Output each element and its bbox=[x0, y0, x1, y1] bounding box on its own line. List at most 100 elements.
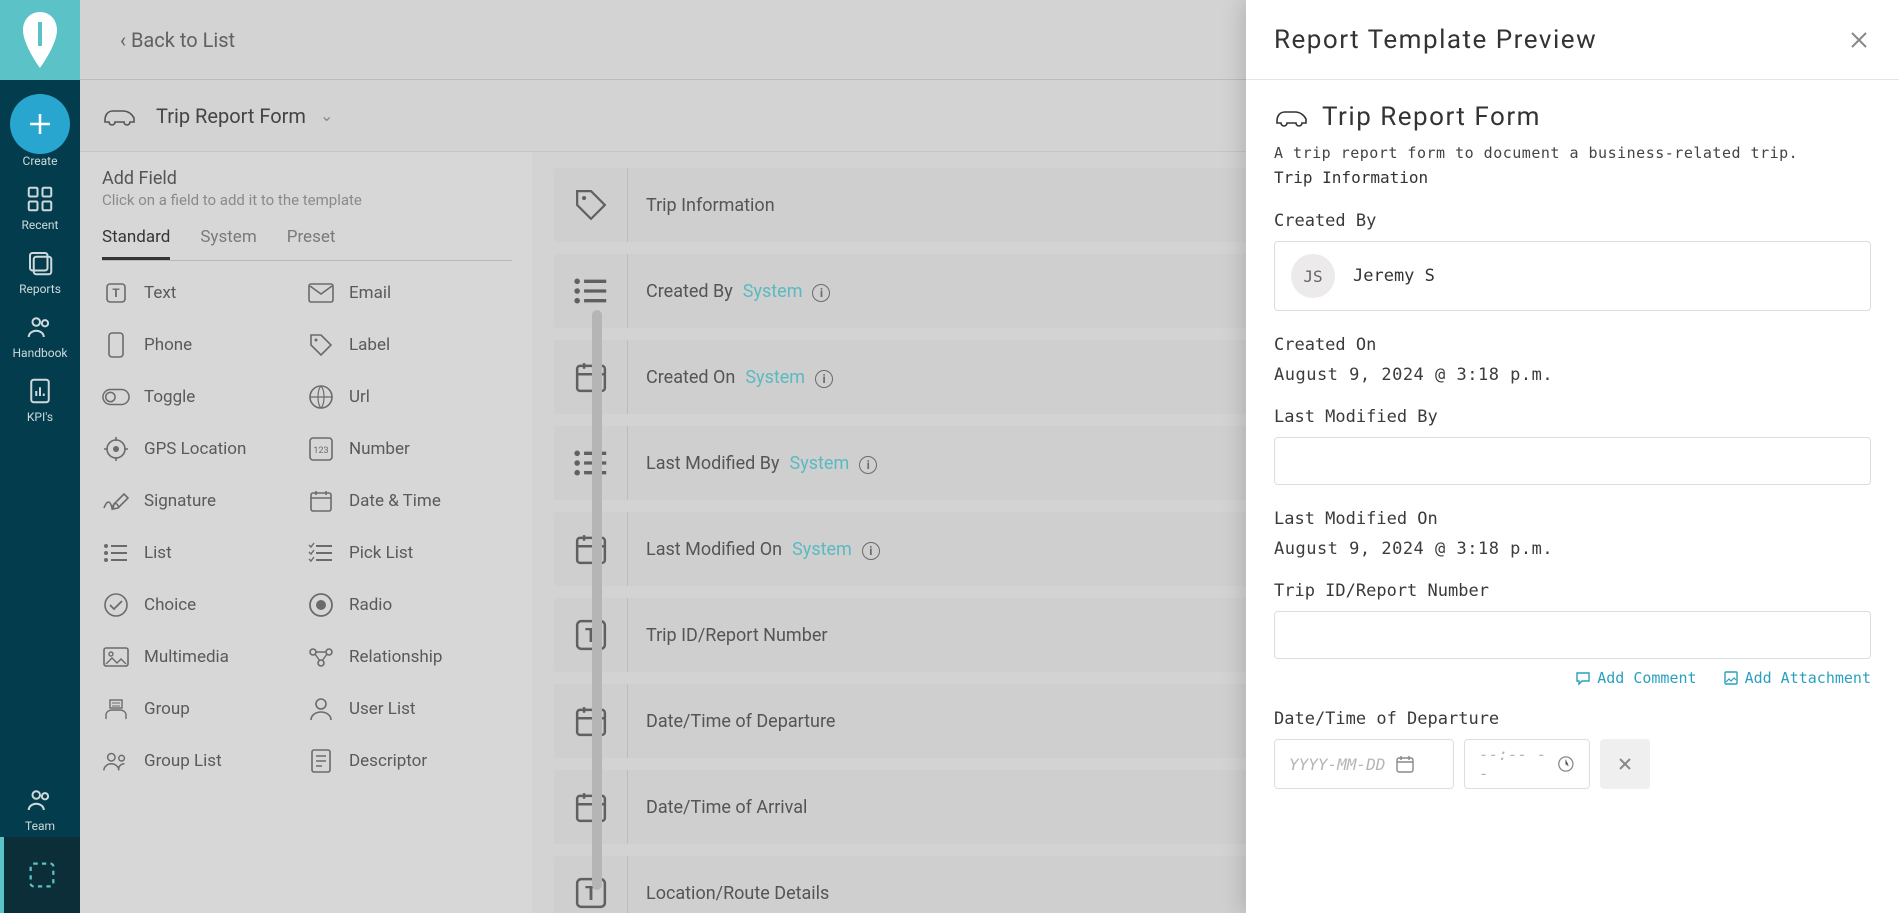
text-row-icon: T bbox=[573, 875, 609, 911]
palette-heading: Add Field bbox=[102, 168, 512, 189]
trip-id-input[interactable] bbox=[1274, 611, 1871, 659]
create-button[interactable] bbox=[10, 94, 70, 154]
field-text[interactable]: TText bbox=[102, 279, 297, 307]
preview-panel-title: Report Template Preview bbox=[1274, 25, 1597, 55]
label-trip-id: Trip ID/Report Number bbox=[1274, 581, 1871, 601]
plus-icon bbox=[25, 109, 55, 139]
car-icon bbox=[1274, 106, 1310, 128]
relationship-icon bbox=[307, 643, 335, 671]
info-icon[interactable]: i bbox=[812, 284, 830, 302]
field-multimedia[interactable]: Multimedia bbox=[102, 643, 297, 671]
field-list[interactable]: List bbox=[102, 539, 297, 567]
svg-text:123: 123 bbox=[313, 446, 328, 456]
radio-icon bbox=[307, 591, 335, 619]
nav-recent[interactable]: Recent bbox=[22, 184, 59, 232]
nav-rail: Create Recent Reports Handbook KPI's Tea… bbox=[0, 0, 80, 913]
users-icon bbox=[102, 747, 130, 775]
field-signature[interactable]: Signature bbox=[102, 487, 297, 515]
close-icon[interactable] bbox=[1847, 28, 1871, 52]
x-icon bbox=[1616, 755, 1634, 773]
field-phone[interactable]: Phone bbox=[102, 331, 297, 359]
preview-form-title-row: Trip Report Form bbox=[1274, 102, 1871, 132]
text-row-icon: T bbox=[573, 617, 609, 653]
field-relationship[interactable]: Relationship bbox=[307, 643, 502, 671]
image-icon bbox=[102, 643, 130, 671]
dashed-rect-icon bbox=[25, 858, 59, 892]
label-last-mod-on: Last Modified On bbox=[1274, 509, 1871, 529]
label-icon bbox=[307, 331, 335, 359]
info-icon[interactable]: i bbox=[859, 456, 877, 474]
field-email[interactable]: Email bbox=[307, 279, 502, 307]
field-grouplist[interactable]: Group List bbox=[102, 747, 297, 775]
user-icon bbox=[307, 695, 335, 723]
form-title: Trip Report Form bbox=[156, 104, 306, 128]
nav-reports[interactable]: Reports bbox=[19, 248, 61, 296]
attachment-icon bbox=[1723, 670, 1739, 686]
field-picklist[interactable]: Pick List bbox=[307, 539, 502, 567]
nav-create: Create bbox=[10, 94, 70, 168]
field-gps[interactable]: GPS Location bbox=[102, 435, 297, 463]
field-group[interactable]: Group bbox=[102, 695, 297, 723]
created-by-box: JS Jeremy S bbox=[1274, 241, 1871, 311]
label-created-by: Created By bbox=[1274, 211, 1871, 231]
info-icon[interactable]: i bbox=[862, 542, 880, 560]
nav-kpis[interactable]: KPI's bbox=[25, 376, 55, 424]
tab-standard[interactable]: Standard bbox=[102, 227, 170, 260]
last-mod-by-input[interactable] bbox=[1274, 437, 1871, 485]
calendar-input-icon bbox=[1395, 754, 1415, 774]
preview-section: Trip Information bbox=[1274, 168, 1871, 187]
add-attachment-link[interactable]: Add Attachment bbox=[1723, 669, 1871, 687]
globe-icon bbox=[307, 383, 335, 411]
field-number[interactable]: 123Number bbox=[307, 435, 502, 463]
preview-description: A trip report form to document a busines… bbox=[1274, 144, 1871, 162]
preview-form-title: Trip Report Form bbox=[1322, 102, 1541, 132]
field-radio[interactable]: Radio bbox=[307, 591, 502, 619]
field-url[interactable]: Url bbox=[307, 383, 502, 411]
field-datetime[interactable]: Date & Time bbox=[307, 487, 502, 515]
label-last-mod-by: Last Modified By bbox=[1274, 407, 1871, 427]
clock-icon bbox=[1557, 754, 1575, 774]
preview-panel: Report Template Preview Trip Report Form… bbox=[1246, 0, 1899, 913]
app-logo bbox=[0, 0, 80, 80]
tab-system[interactable]: System bbox=[200, 227, 256, 260]
nav-bottom-active[interactable] bbox=[0, 837, 80, 913]
list-row-icon bbox=[573, 273, 609, 309]
field-userlist[interactable]: User List bbox=[307, 695, 502, 723]
nav-handbook[interactable]: Handbook bbox=[13, 312, 68, 360]
grid-icon bbox=[25, 184, 55, 214]
svg-text:T: T bbox=[112, 286, 120, 300]
nav-team[interactable]: Team bbox=[0, 785, 80, 833]
calendar-row-icon bbox=[573, 703, 609, 739]
text-icon: T bbox=[102, 279, 130, 307]
choice-icon bbox=[102, 591, 130, 619]
back-link[interactable]: ‹ Back to List bbox=[120, 28, 235, 52]
target-icon bbox=[102, 435, 130, 463]
field-label[interactable]: Label bbox=[307, 331, 502, 359]
add-comment-link[interactable]: Add Comment bbox=[1575, 669, 1696, 687]
car-icon bbox=[102, 105, 138, 127]
chevron-down-icon[interactable]: ⌄ bbox=[320, 106, 333, 125]
field-toggle[interactable]: Toggle bbox=[102, 383, 297, 411]
people-icon bbox=[25, 312, 55, 342]
comment-icon bbox=[1575, 670, 1591, 686]
chart-file-icon bbox=[25, 376, 55, 406]
calendar-row-icon bbox=[573, 789, 609, 825]
value-created-on: August 9, 2024 @ 3:18 p.m. bbox=[1274, 365, 1871, 385]
toggle-icon bbox=[102, 383, 130, 411]
field-descriptor[interactable]: Descriptor bbox=[307, 747, 502, 775]
calendar-icon bbox=[307, 487, 335, 515]
info-icon[interactable]: i bbox=[815, 370, 833, 388]
calendar-row-icon bbox=[573, 359, 609, 395]
field-choice[interactable]: Choice bbox=[102, 591, 297, 619]
date-input[interactable]: YYYY-MM-DD bbox=[1274, 739, 1454, 789]
clear-datetime-button[interactable] bbox=[1600, 739, 1650, 789]
picklist-icon bbox=[307, 539, 335, 567]
label-created-on: Created On bbox=[1274, 335, 1871, 355]
signature-icon bbox=[102, 487, 130, 515]
palette-sub: Click on a field to add it to the templa… bbox=[102, 191, 512, 209]
scrollbar-thumb[interactable] bbox=[592, 310, 602, 890]
tab-preset[interactable]: Preset bbox=[287, 227, 336, 260]
number-icon: 123 bbox=[307, 435, 335, 463]
team-icon bbox=[25, 785, 55, 815]
time-input[interactable]: --:-- -- bbox=[1464, 739, 1590, 789]
